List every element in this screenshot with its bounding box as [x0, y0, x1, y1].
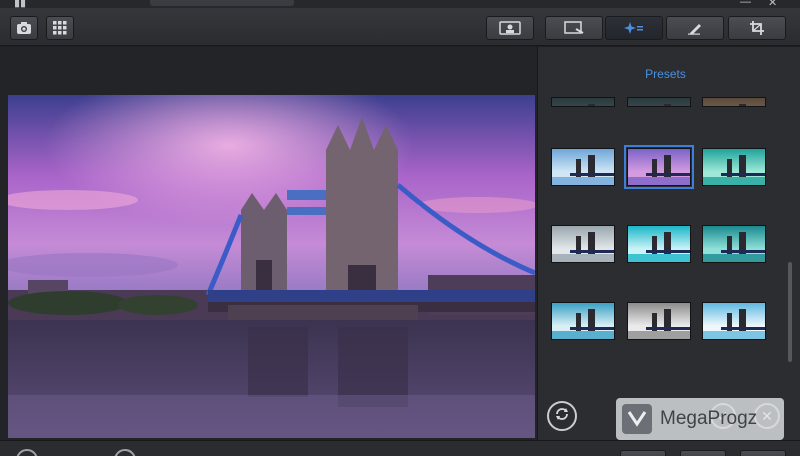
preset-thumbnail[interactable] [702, 225, 766, 263]
next-image-button[interactable] [114, 449, 136, 456]
title-field[interactable] [150, 0, 294, 6]
preset-thumbnail[interactable] [702, 97, 766, 107]
camera-button[interactable] [10, 16, 38, 40]
draw-button[interactable] [666, 16, 724, 40]
reset-button[interactable] [547, 401, 577, 431]
photo-canvas[interactable] [8, 95, 535, 438]
preset-thumbnail[interactable] [551, 97, 615, 107]
pencil-icon [687, 21, 703, 35]
preset-thumbnail[interactable] [627, 225, 691, 263]
basic-edit-button[interactable] [545, 16, 603, 40]
minimize-icon[interactable]: — [740, 0, 751, 8]
preset-thumbnail[interactable] [702, 148, 766, 186]
grid-view-button[interactable] [46, 16, 74, 40]
preset-thumbnail[interactable] [627, 97, 691, 107]
presets-panel: Presets ✓ ✕ [537, 47, 800, 440]
compare-button[interactable] [486, 16, 534, 40]
bottom-bar [0, 440, 800, 456]
effects-button[interactable] [605, 16, 663, 40]
refresh-icon [554, 406, 570, 427]
preset-thumbnail[interactable] [627, 302, 691, 340]
share-button[interactable] [620, 450, 666, 456]
monitor-icon [564, 21, 584, 35]
preset-thumbnail[interactable] [551, 148, 615, 186]
preset-thumbnail[interactable] [551, 225, 615, 263]
crop-icon [749, 21, 765, 35]
camera-icon [16, 21, 32, 35]
watermark: MegaProgz [616, 398, 784, 440]
scrollbar[interactable] [788, 262, 792, 362]
panel-title: Presets [645, 67, 686, 81]
sparkle-icon [623, 21, 645, 35]
crop-button[interactable] [728, 16, 786, 40]
export-button[interactable] [680, 450, 726, 456]
toolbar [0, 8, 800, 46]
preset-thumbnail[interactable] [702, 302, 766, 340]
watermark-logo-icon [622, 404, 652, 434]
grid-icon [53, 21, 67, 35]
canvas-area [0, 47, 537, 440]
preset-thumbnail[interactable] [551, 302, 615, 340]
save-button[interactable] [740, 450, 786, 456]
compare-icon [499, 21, 521, 35]
watermark-text: MegaProgz [660, 408, 758, 429]
preset-thumbnail[interactable] [624, 145, 694, 189]
title-bar: ▮▮ — ✕ [0, 0, 800, 9]
prev-image-button[interactable] [16, 449, 38, 456]
